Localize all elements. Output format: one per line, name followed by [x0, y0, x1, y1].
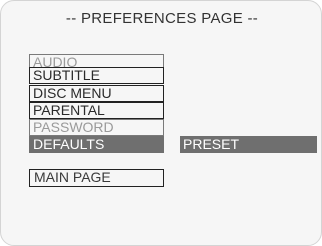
menu-item-password[interactable]: PASSWORD [29, 119, 164, 136]
preferences-screen: -- PREFERENCES PAGE -- AUDIO SUBTITLE DI… [0, 0, 322, 246]
menu-item-disc-menu[interactable]: DISC MENU [29, 85, 164, 102]
page-title: -- PREFERENCES PAGE -- [65, 10, 259, 27]
main-page-button[interactable]: MAIN PAGE [29, 169, 164, 187]
menu-item-subtitle[interactable]: SUBTITLE [29, 67, 164, 84]
menu-item-parental[interactable]: PARENTAL [29, 102, 164, 119]
menu-item-defaults[interactable]: DEFAULTS [29, 136, 164, 153]
option-preset[interactable]: PRESET [180, 136, 317, 153]
